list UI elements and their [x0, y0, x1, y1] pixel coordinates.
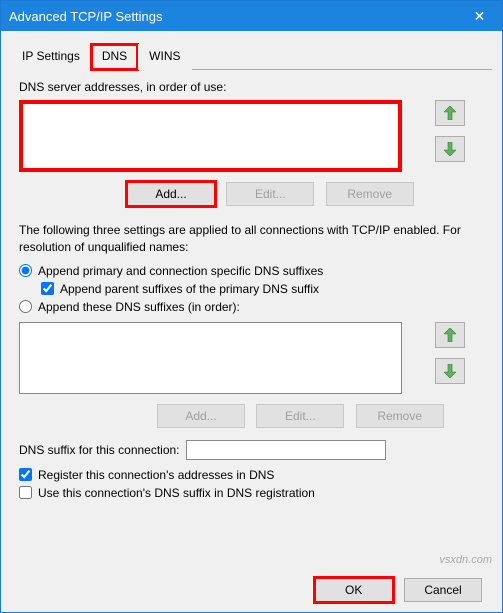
connection-suffix-label: DNS suffix for this connection: [19, 443, 180, 457]
use-suffix-label: Use this connection's DNS suffix in DNS … [38, 486, 315, 500]
register-label: Register this connection's addresses in … [38, 468, 274, 482]
add-suffix-button[interactable]: Add... [157, 404, 245, 428]
arrow-up-icon [444, 328, 456, 342]
suffix-reorder [435, 322, 465, 394]
remove-server-button[interactable]: Remove [326, 182, 414, 206]
window-title: Advanced TCP/IP Settings [9, 9, 162, 24]
suffix-move-up-button[interactable] [435, 322, 465, 348]
add-server-button[interactable]: Add... [127, 182, 215, 206]
append-these-radio[interactable] [19, 300, 32, 313]
append-parent-row: Append parent suffixes of the primary DN… [41, 282, 484, 296]
dns-panel: DNS server addresses, in order of use: A… [11, 70, 492, 512]
title-bar[interactable]: Advanced TCP/IP Settings ✕ [1, 1, 502, 31]
ok-button[interactable]: OK [315, 578, 393, 602]
use-suffix-row: Use this connection's DNS suffix in DNS … [19, 486, 484, 500]
tab-dns-label: DNS [102, 49, 127, 63]
edit-suffix-button[interactable]: Edit... [256, 404, 344, 428]
suffix-list[interactable] [19, 322, 402, 394]
dialog-footer: OK Cancel [315, 578, 490, 602]
tab-ip-settings-label: IP Settings [22, 49, 80, 63]
move-up-button[interactable] [435, 100, 465, 126]
watermark-text: vsxdn.com [439, 554, 492, 566]
register-checkbox[interactable] [19, 468, 32, 481]
connection-suffix-row: DNS suffix for this connection: [19, 440, 484, 460]
edit-server-button[interactable]: Edit... [226, 182, 314, 206]
connection-suffix-input[interactable] [186, 440, 386, 460]
append-primary-radio[interactable] [19, 264, 32, 277]
suffix-list-row [19, 322, 484, 394]
tab-strip: IP Settings DNS WINS [11, 43, 492, 70]
dns-servers-reorder [435, 100, 465, 172]
close-icon: ✕ [474, 8, 486, 25]
tab-dns[interactable]: DNS [91, 44, 138, 70]
append-parent-checkbox[interactable] [41, 282, 54, 295]
arrow-down-icon [444, 142, 456, 156]
register-row: Register this connection's addresses in … [19, 468, 484, 482]
tab-wins[interactable]: WINS [138, 44, 191, 70]
dns-servers-list[interactable] [19, 100, 402, 172]
dialog-window: Advanced TCP/IP Settings ✕ IP Settings D… [0, 0, 503, 613]
append-primary-row: Append primary and connection specific D… [19, 264, 484, 278]
dns-servers-label: DNS server addresses, in order of use: [19, 80, 484, 94]
close-button[interactable]: ✕ [457, 1, 502, 31]
arrow-down-icon [444, 364, 456, 378]
tab-wins-label: WINS [149, 49, 180, 63]
append-parent-label: Append parent suffixes of the primary DN… [60, 282, 319, 296]
append-these-row: Append these DNS suffixes (in order): [19, 300, 484, 314]
remove-suffix-button[interactable]: Remove [356, 404, 444, 428]
connections-description: The following three settings are applied… [19, 222, 484, 256]
arrow-up-icon [444, 106, 456, 120]
move-down-button[interactable] [435, 136, 465, 162]
dns-servers-row [19, 100, 484, 172]
tab-ip-settings[interactable]: IP Settings [11, 44, 91, 70]
append-primary-label: Append primary and connection specific D… [38, 264, 323, 278]
dialog-content: IP Settings DNS WINS DNS server addresse… [1, 31, 502, 522]
cancel-button[interactable]: Cancel [404, 578, 482, 602]
use-suffix-checkbox[interactable] [19, 486, 32, 499]
dns-servers-buttons: Add... Edit... Remove [19, 182, 484, 206]
suffix-move-down-button[interactable] [435, 358, 465, 384]
suffix-buttons: Add... Edit... Remove [19, 404, 484, 428]
append-these-label: Append these DNS suffixes (in order): [38, 300, 240, 314]
